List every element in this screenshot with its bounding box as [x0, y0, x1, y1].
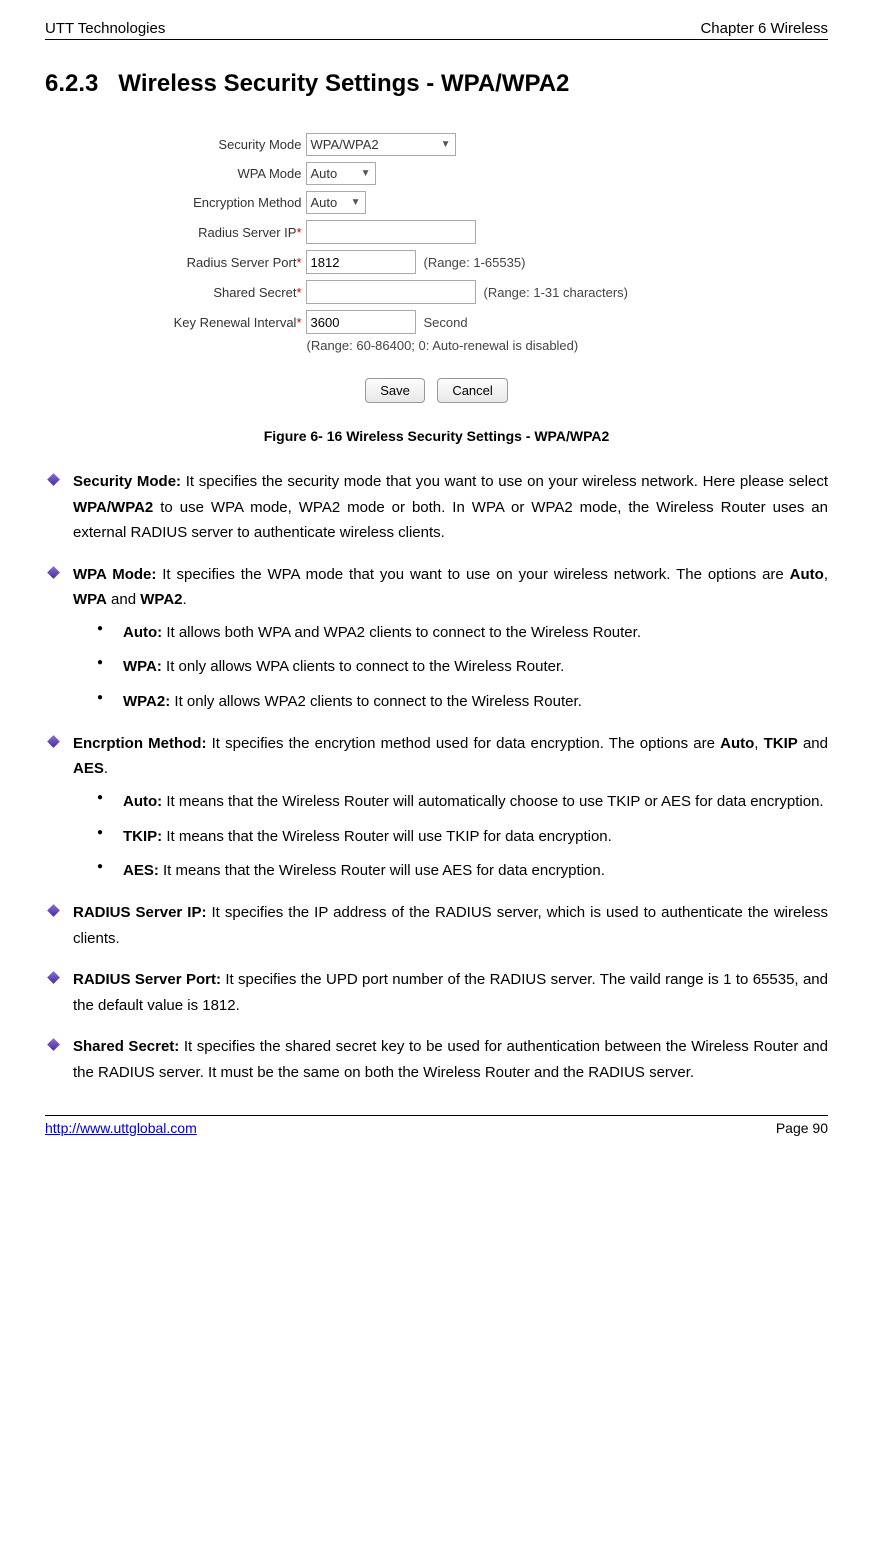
desc-wpa-mode: WPA Mode: It specifies the WPA mode that… [45, 562, 828, 715]
settings-form-figure: Security Mode WPA/WPA2 ▼ WPA Mode Auto ▼… [137, 133, 737, 403]
document-page: UTT Technologies Chapter 6 Wireless 6.2.… [0, 0, 873, 1156]
term-encryption: Encrption Method: [73, 735, 206, 752]
desc-encryption: Encrption Method: It specifies the encry… [45, 731, 828, 884]
description-list: Security Mode: It specifies the security… [45, 469, 828, 1085]
term-wpa-mode: WPA Mode: [73, 566, 156, 583]
label-radius-ip: Radius Server IP* [137, 225, 306, 240]
chevron-down-icon: ▼ [441, 139, 451, 150]
select-security-mode[interactable]: WPA/WPA2 ▼ [306, 133, 456, 156]
select-wpa-mode-value: Auto [311, 166, 338, 181]
cancel-button[interactable]: Cancel [437, 378, 507, 403]
desc-enc-aes: AES: It means that the Wireless Router w… [83, 859, 828, 884]
desc-enc-tkip: TKIP: It means that the Wireless Router … [83, 825, 828, 850]
select-security-mode-value: WPA/WPA2 [311, 137, 379, 152]
section-number: 6.2.3 [45, 70, 98, 97]
select-wpa-mode[interactable]: Auto ▼ [306, 162, 376, 185]
input-radius-ip[interactable] [306, 220, 476, 244]
term-shared-secret: Shared Secret: [73, 1038, 179, 1055]
hint-key-renewal-range: (Range: 60-86400; 0: Auto-renewal is dis… [307, 338, 737, 353]
select-encryption-method[interactable]: Auto ▼ [306, 191, 366, 214]
label-radius-port: Radius Server Port* [137, 255, 306, 270]
label-security-mode: Security Mode [137, 137, 306, 152]
term-radius-ip: RADIUS Server IP: [73, 904, 206, 921]
label-shared-secret: Shared Secret* [137, 285, 306, 300]
chevron-down-icon: ▼ [361, 168, 371, 179]
input-radius-port[interactable] [306, 250, 416, 274]
desc-shared-secret: Shared Secret: It specifies the shared s… [45, 1034, 828, 1085]
section-title: Wireless Security Settings - WPA/WPA2 [118, 70, 569, 97]
figure-caption: Figure 6- 16 Wireless Security Settings … [45, 428, 828, 444]
desc-radius-port: RADIUS Server Port: It specifies the UPD… [45, 967, 828, 1018]
desc-wpa-auto: Auto: It allows both WPA and WPA2 client… [83, 621, 828, 646]
unit-key-renewal: Second [424, 315, 468, 330]
input-key-renewal[interactable] [306, 310, 416, 334]
select-encryption-method-value: Auto [311, 195, 338, 210]
hint-radius-port: (Range: 1-65535) [424, 255, 526, 270]
label-wpa-mode: WPA Mode [137, 166, 306, 181]
section-heading: 6.2.3 Wireless Security Settings - WPA/WP… [45, 70, 828, 98]
header-left: UTT Technologies [45, 20, 165, 37]
footer-link[interactable]: http://www.uttglobal.com [45, 1120, 197, 1136]
save-button[interactable]: Save [365, 378, 425, 403]
chevron-down-icon: ▼ [351, 197, 361, 208]
form-button-row: Save Cancel [137, 378, 737, 403]
footer-page-number: Page 90 [776, 1120, 828, 1136]
label-encryption-method: Encryption Method [137, 195, 306, 210]
term-security-mode: Security Mode: [73, 473, 181, 490]
page-header: UTT Technologies Chapter 6 Wireless [45, 20, 828, 40]
desc-wpa-wpa2: WPA2: It only allows WPA2 clients to con… [83, 690, 828, 715]
term-radius-port: RADIUS Server Port: [73, 971, 221, 988]
desc-radius-ip: RADIUS Server IP: It specifies the IP ad… [45, 900, 828, 951]
desc-enc-auto: Auto: It means that the Wireless Router … [83, 790, 828, 815]
desc-security-mode: Security Mode: It specifies the security… [45, 469, 828, 546]
page-footer: http://www.uttglobal.com Page 90 [45, 1115, 828, 1136]
input-shared-secret[interactable] [306, 280, 476, 304]
hint-shared-secret: (Range: 1-31 characters) [484, 285, 629, 300]
desc-wpa-wpa: WPA: It only allows WPA clients to conne… [83, 655, 828, 680]
header-right: Chapter 6 Wireless [700, 20, 828, 37]
label-key-renewal: Key Renewal Interval* [137, 315, 306, 330]
